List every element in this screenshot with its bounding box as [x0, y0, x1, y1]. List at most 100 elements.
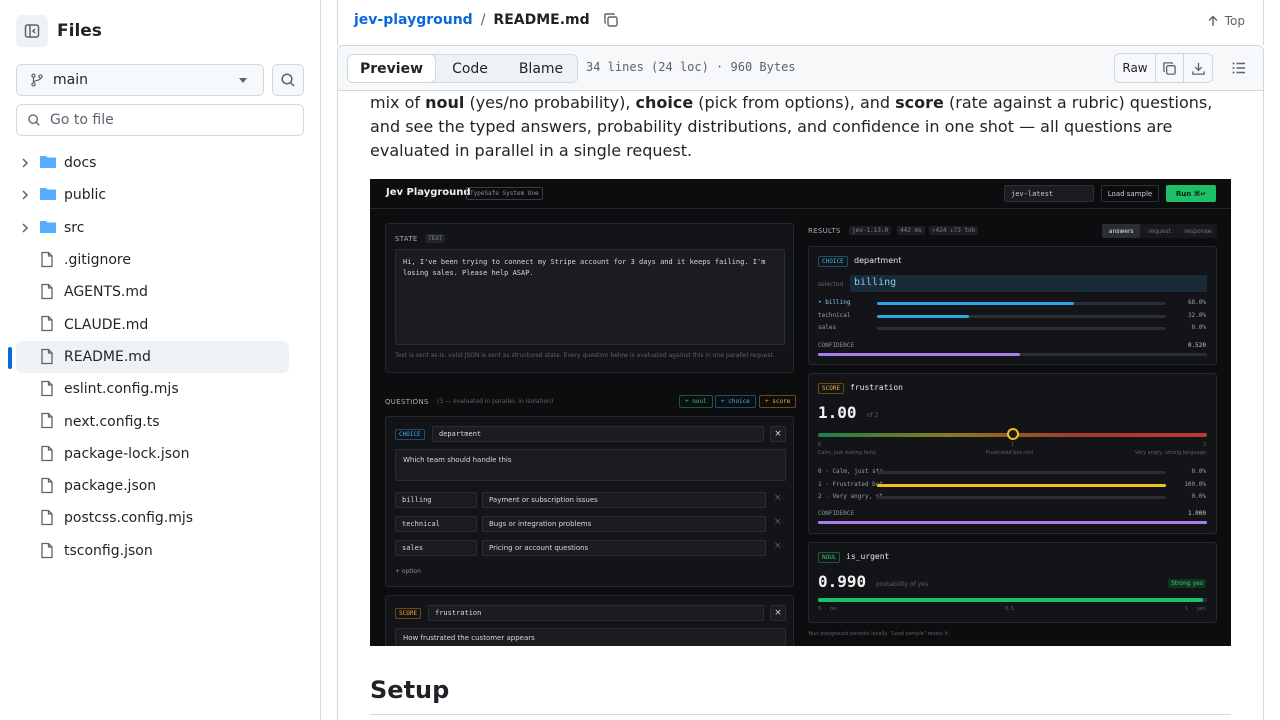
scale-label-1: Frustrated but civil [986, 450, 1033, 456]
questions-hint: (3 — evaluated in parallel, in isolation… [437, 398, 554, 405]
tab-preview[interactable]: Preview [347, 54, 436, 83]
score-row-percent: 0.0% [1191, 493, 1206, 500]
confidence-label: CONFIDENCE [818, 510, 855, 517]
score-row-percent: 0.0% [1191, 468, 1206, 475]
result-type-tag: NOUL [818, 552, 841, 563]
download-button[interactable] [1184, 54, 1212, 82]
raw-button[interactable]: Raw [1115, 54, 1156, 82]
choice-row-fill [877, 314, 970, 318]
tree-item-label: AGENTS.md [64, 284, 148, 301]
question-name-field: frustration [428, 605, 764, 621]
option-key-field: billing [395, 492, 477, 508]
file-icon [41, 510, 53, 526]
probability-caption: probability of yes [876, 581, 928, 588]
chevron-right-icon [22, 223, 29, 233]
result-name: department [854, 256, 902, 265]
bold-noul: noul [425, 93, 465, 112]
back-to-top-link[interactable]: Top [1207, 14, 1245, 28]
tree-item-docs[interactable]: docs [16, 147, 289, 179]
verdict-badge: Strong yes [1167, 579, 1206, 588]
tree-item-label: docs [64, 155, 97, 172]
choice-row-percent: 32.0% [1187, 311, 1206, 319]
sidebar-title: Files [57, 21, 102, 41]
option-desc-field: Pricing or account questions [482, 540, 766, 556]
playground-badge: TypeSafe System One [466, 187, 543, 200]
score-value: 1.00 [818, 403, 857, 422]
result-name: frustration [850, 383, 903, 392]
add-choice-button: + choice [715, 395, 756, 408]
load-sample-button: Load sample [1101, 185, 1159, 202]
tab-code[interactable]: Code [436, 55, 504, 82]
copy-raw-button[interactable] [1156, 54, 1184, 82]
tree-item-tsconfig[interactable]: tsconfig.json [16, 535, 289, 567]
tree-item-label: .gitignore [64, 252, 131, 269]
file-icon [41, 445, 53, 461]
bold-choice: choice [635, 93, 694, 112]
state-tag: TEXT [425, 234, 446, 243]
github-file-viewer: Files main Go to file docs public src .g… [0, 0, 1280, 720]
file-icon [41, 316, 53, 332]
readme-line-2: and see the typed answers, probability d… [370, 117, 1173, 136]
view-mode-tabs: Preview Code Blame [347, 54, 578, 83]
tree-item-public[interactable]: public [16, 179, 289, 211]
tree-item-gitignore[interactable]: .gitignore [16, 244, 289, 276]
selected-label: selected [818, 281, 844, 288]
download-icon [1191, 62, 1205, 75]
file-icon [41, 542, 53, 558]
tree-item-package-lock[interactable]: package-lock.json [16, 438, 289, 470]
question-choice-card: CHOICE department × Which team should ha… [385, 416, 794, 587]
go-to-file-input[interactable]: Go to file [16, 104, 304, 136]
tree-item-label: src [64, 219, 85, 236]
scale-tick-1: 1 [1011, 442, 1015, 448]
option-desc-field: Payment or subscription issues [482, 492, 766, 508]
branch-name: main [53, 72, 88, 88]
noul-tick-1: 1 · yes [1184, 606, 1206, 612]
tree-item-next-config[interactable]: next.config.ts [16, 405, 289, 437]
tree-item-package-json[interactable]: package.json [16, 470, 289, 502]
tree-item-postcss-config[interactable]: postcss.config.mjs [16, 502, 289, 534]
text: mix of [370, 93, 426, 112]
search-icon [281, 73, 295, 87]
sidebar-collapse-icon [24, 24, 40, 38]
tab-blame[interactable]: Blame [504, 55, 578, 82]
confidence-fill [818, 521, 1207, 524]
file-icon [41, 348, 53, 364]
outline-button[interactable] [1223, 53, 1255, 83]
tree-item-claude-md[interactable]: CLAUDE.md [16, 308, 289, 340]
result-noul-card: NOUL is_urgent 0.990 probability of yes … [808, 542, 1217, 623]
question-type-tag: CHOICE [395, 429, 425, 440]
breadcrumb-repo-link[interactable]: jev-playground [354, 12, 473, 28]
tree-item-label: package-lock.json [64, 445, 190, 462]
file-icon [41, 380, 53, 397]
state-panel: STATE TEXT Hi, I've been trying to conne… [385, 223, 794, 373]
file-icon [41, 413, 53, 429]
tree-item-eslint-config[interactable]: eslint.config.mjs [16, 373, 289, 405]
text: (yes/no probability), [464, 93, 636, 112]
tree-item-agents-md[interactable]: AGENTS.md [16, 276, 289, 308]
search-files-button[interactable] [272, 64, 304, 96]
collapse-sidebar-button[interactable] [16, 15, 48, 47]
readme-paragraph: mix of noul (yes/no probability), choice… [370, 91, 1230, 163]
tree-item-readme-md[interactable]: README.md [16, 340, 289, 374]
text: (rate against a rubric) questions, [943, 93, 1213, 112]
setup-heading: Setup [370, 676, 450, 704]
score-range: of 2 [867, 412, 879, 419]
choice-row-percent: 68.0% [1187, 299, 1206, 306]
option-key-field: technical [395, 516, 477, 532]
score-slider-knob [1006, 428, 1019, 440]
branch-selector[interactable]: main [16, 64, 264, 96]
copy-path-icon[interactable] [603, 12, 619, 28]
scale-tick-2: 2 [1203, 442, 1207, 448]
heading-divider [370, 714, 1231, 715]
scale-tick-0: 0 [818, 442, 822, 448]
chevron-down-icon [239, 78, 247, 83]
score-row-percent: 100.0% [1184, 480, 1206, 488]
choice-row-label: sales [818, 324, 837, 331]
result-choice-card: CHOICE department selected billing • bil… [808, 246, 1217, 365]
add-score-button: + score [759, 395, 797, 408]
tree-item-src[interactable]: src [16, 212, 289, 244]
file-actions: Raw [1114, 53, 1255, 83]
add-option-link: + option [395, 568, 421, 575]
tree-item-label: CLAUDE.md [64, 316, 149, 333]
questions-label: QUESTIONS [385, 398, 429, 406]
